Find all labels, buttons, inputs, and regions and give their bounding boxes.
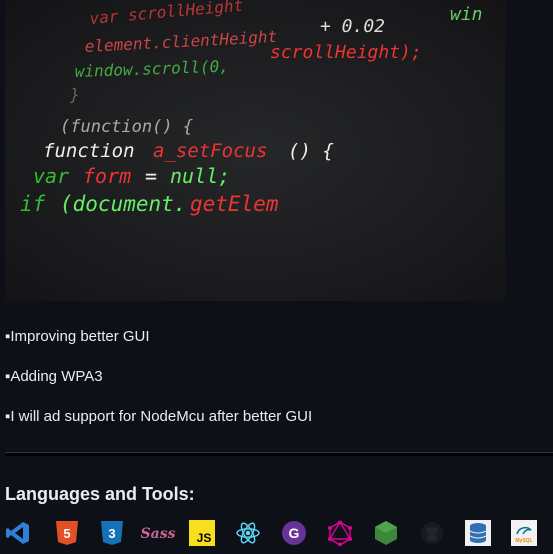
- database-icon[interactable]: [465, 520, 491, 546]
- svg-text:G: G: [289, 525, 300, 541]
- svg-text:null;: null;: [170, 164, 230, 188]
- svg-text:form: form: [83, 164, 131, 188]
- svg-text:getElem: getElem: [190, 192, 279, 216]
- code-hero-image: var scrollHeight + 0.02 win element.clie…: [5, 0, 505, 301]
- html5-icon[interactable]: 5: [54, 520, 80, 546]
- react-icon[interactable]: [235, 520, 261, 546]
- sass-icon[interactable]: Sass: [141, 520, 175, 546]
- svg-text:3: 3: [108, 526, 115, 541]
- css3-icon[interactable]: 3: [99, 520, 125, 546]
- svg-text:JS: JS: [197, 531, 212, 545]
- mysql-icon[interactable]: MySQL: [511, 520, 537, 546]
- horizontal-divider: [5, 452, 553, 456]
- svg-text:Sass: Sass: [141, 526, 175, 542]
- svg-text:5: 5: [63, 526, 70, 541]
- nodejs-icon[interactable]: [373, 520, 399, 546]
- svg-text:MySQL: MySQL: [515, 538, 532, 544]
- svg-text:(document.: (document.: [60, 192, 186, 216]
- bullet-nodemcu-support: ▪I will ad support for NodeMcu after bet…: [5, 408, 313, 425]
- svg-text:=: =: [145, 164, 157, 188]
- languages-heading: Languages and Tools:: [5, 484, 195, 504]
- javascript-icon[interactable]: JS: [189, 520, 215, 546]
- svg-text:}: }: [69, 85, 80, 104]
- code-line-7: if: [20, 192, 46, 216]
- svg-text:win: win: [450, 4, 483, 25]
- code-screenshot: var scrollHeight + 0.02 win element.clie…: [5, 0, 505, 301]
- bullet-improving-gui: ▪Improving better GUI: [5, 328, 150, 345]
- code-line-5: function: [43, 140, 135, 162]
- code-line-6: var: [33, 164, 69, 188]
- github-icon[interactable]: [419, 520, 445, 546]
- svg-text:scrollHeight);: scrollHeight);: [270, 42, 422, 63]
- svg-text:a_setFocus: a_setFocus: [153, 140, 267, 162]
- svg-text:+ 0.02: + 0.02: [320, 16, 385, 37]
- vscode-icon[interactable]: [5, 520, 31, 546]
- tools-row: 5 3 Sass JS G MySQL: [5, 520, 553, 550]
- gatsby-icon[interactable]: G: [281, 520, 307, 546]
- bullet-adding-wpa3: ▪Adding WPA3: [5, 368, 103, 385]
- svg-text:() {: () {: [288, 140, 334, 162]
- code-line-4: (function() {: [60, 117, 193, 137]
- graphql-icon[interactable]: [327, 520, 353, 546]
